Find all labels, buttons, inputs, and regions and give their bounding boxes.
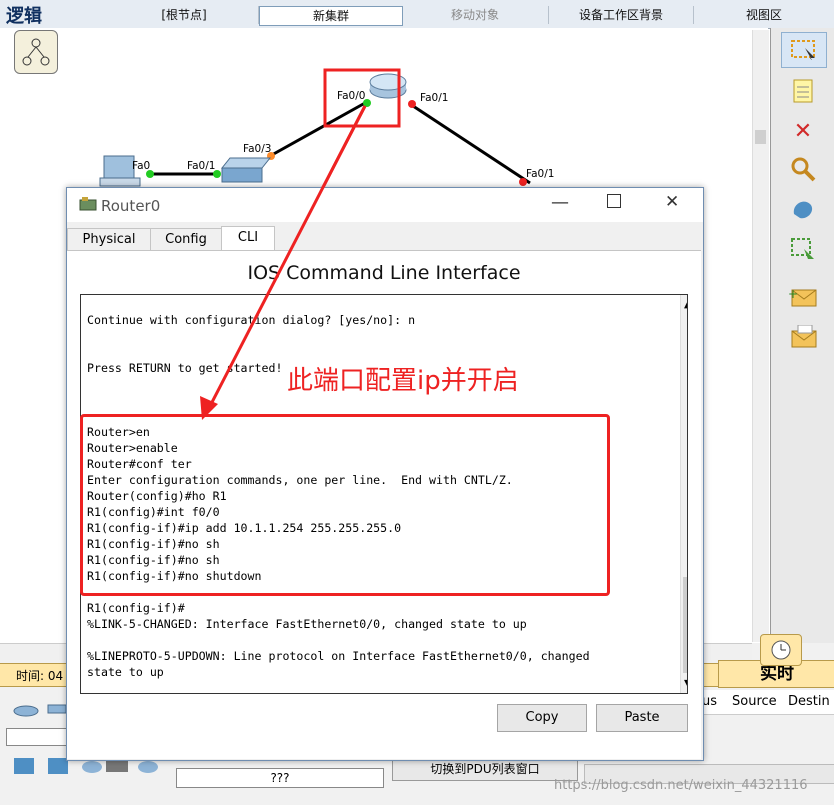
terminal-line: %LINEPROTO-5-UPDOWN: Line protocol on In… — [87, 649, 590, 663]
time-label: 时间: 04 — [16, 669, 64, 683]
switch-icon — [220, 157, 272, 183]
terminal-scroll-thumb[interactable] — [683, 577, 687, 673]
paste-button[interactable]: Paste — [596, 704, 688, 732]
port-label-pc-fa0: Fa0 — [132, 160, 151, 172]
terminal-line: state to up — [87, 665, 164, 679]
logic-view-label[interactable]: 逻辑 — [6, 2, 76, 28]
terminal-scrollbar[interactable]: ▲ ▼ — [680, 295, 687, 693]
logic-nav-icon[interactable] — [14, 30, 58, 74]
new-cluster-button[interactable]: 新集群 — [259, 6, 403, 26]
router-app-icon — [79, 197, 97, 211]
tab-physical[interactable]: Physical — [67, 228, 151, 252]
select-tool-icon[interactable] — [781, 32, 827, 68]
root-node-button[interactable]: [根节点] — [110, 6, 259, 24]
tab-cli[interactable]: CLI — [221, 226, 275, 251]
dialog-titlebar[interactable]: Router0 — ✕ — [67, 188, 703, 222]
router-fa01-down-dot — [408, 100, 416, 108]
note-tool-icon[interactable] — [781, 74, 825, 108]
watermark-text: https://blog.csdn.net/weixin_44321116 — [554, 778, 808, 793]
link-router-right — [409, 102, 531, 185]
realtime-clock-icon[interactable] — [760, 634, 802, 666]
inspect-tool-icon[interactable] — [781, 152, 825, 186]
router-icon — [369, 73, 407, 99]
minimize-icon[interactable]: — — [551, 192, 569, 213]
copy-button[interactable]: Copy — [497, 704, 587, 732]
port-label-router-fa01: Fa0/1 — [420, 92, 449, 104]
terminal-line: R1(config-if)# — [87, 601, 185, 615]
annotation-text: 此端口配置ip并开启 — [287, 366, 519, 396]
device-search-box[interactable] — [6, 728, 68, 746]
scroll-up-icon[interactable]: ▲ — [684, 297, 687, 310]
dialog-title: Router0 — [101, 197, 161, 215]
link-router-switch — [269, 101, 366, 158]
column-header-destination: Destin — [788, 694, 830, 709]
terminal-line: Press RETURN to get started! — [87, 361, 283, 375]
cli-heading: IOS Command Line Interface — [247, 262, 521, 284]
top-toolbar: 逻辑 [根节点] 新集群 移动对象 设备工作区背景 视图区 — [0, 0, 834, 29]
port-label-router-fa00: Fa0/0 — [337, 90, 366, 102]
port-label-switch-fa01: Fa0/1 — [187, 160, 216, 172]
scroll-down-icon[interactable]: ▼ — [684, 677, 687, 690]
tools-sidebar: ✕ + — [770, 28, 834, 643]
resize-tool-icon[interactable] — [781, 232, 825, 266]
delete-tool-icon[interactable]: ✕ — [781, 114, 825, 148]
terminal-line: %LINK-5-CHANGED: Interface FastEthernet0… — [87, 617, 527, 631]
commands-highlight-box — [80, 414, 610, 596]
canvas-vertical-scrollbar[interactable] — [752, 30, 769, 642]
pdu-table-header: us Source Destin — [702, 690, 834, 715]
device-category-icons[interactable] — [10, 697, 68, 723]
draw-shape-tool-icon[interactable] — [781, 192, 825, 226]
port-label-switch-fa03: Fa0/3 — [243, 143, 272, 155]
column-header-us: us — [702, 694, 718, 709]
close-icon[interactable]: ✕ — [665, 192, 679, 212]
terminal-line: Continue with configuration dialog? [yes… — [87, 313, 416, 327]
add-complex-pdu-icon[interactable] — [781, 320, 825, 354]
add-simple-pdu-icon[interactable]: + — [781, 280, 825, 314]
svg-text:+: + — [788, 287, 798, 301]
scroll-thumb[interactable] — [755, 130, 766, 144]
device-background-button[interactable]: 设备工作区背景 — [549, 6, 694, 24]
viewport-button[interactable]: 视图区 — [694, 6, 834, 24]
move-object-button[interactable]: 移动对象 — [402, 6, 549, 24]
tab-config[interactable]: Config — [150, 228, 222, 252]
column-header-source: Source — [732, 694, 777, 709]
maximize-icon[interactable] — [607, 194, 621, 208]
port-label-right-fa01: Fa0/1 — [526, 168, 555, 180]
unknown-device-box: ??? — [176, 768, 384, 788]
